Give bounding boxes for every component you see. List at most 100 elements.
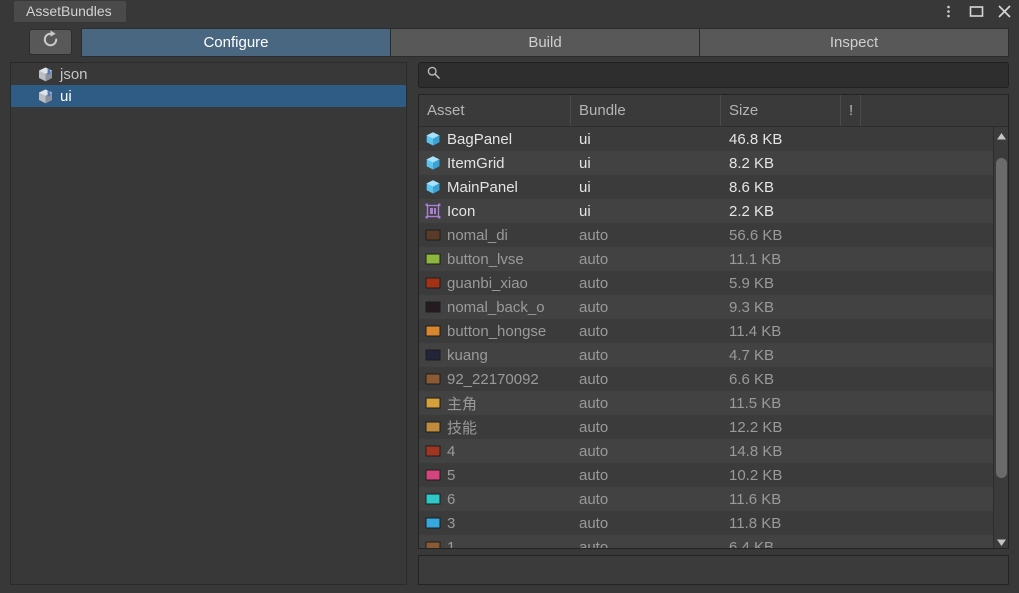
tree-item-json[interactable]: json [11,63,406,85]
asset-name: BagPanel [447,130,513,148]
cell-asset: Icon [419,199,571,223]
cell-size: 5.9 KB [729,274,775,292]
close-icon[interactable] [996,3,1013,20]
scroll-down-arrow-icon[interactable] [996,535,1007,546]
table-row[interactable]: nomal_back_o auto 9.3 KB [419,295,993,319]
cell-asset: kuang [419,343,571,367]
cell-asset: nomal_back_o [419,295,571,319]
texture-icon [425,515,441,531]
texture-icon [425,275,441,291]
search-bar[interactable] [418,62,1009,88]
asset-name: nomal_di [447,226,508,244]
asset-name: 6 [447,490,456,508]
table-row[interactable]: 主角 auto 11.5 KB [419,391,993,415]
table-row[interactable]: 6 auto 11.6 KB [419,487,993,511]
asset-name: button_lvse [447,250,524,268]
table-row[interactable]: Icon ui 2.2 KB [419,199,993,223]
cell-size: 9.3 KB [729,298,775,316]
table-row[interactable]: 5 auto 10.2 KB [419,463,993,487]
cell-size: 4.7 KB [729,346,775,364]
vertical-scrollbar[interactable] [993,127,1008,548]
scrollbar-track[interactable] [995,142,1007,533]
tab-inspect[interactable]: Inspect [699,27,1009,57]
prefab-cube-icon [425,179,441,195]
asset-name: MainPanel [447,178,518,196]
cell-bundle: auto [579,442,609,460]
texture-icon [425,251,441,267]
tab-configure[interactable]: Configure [81,27,390,57]
prefab-cube-icon [425,131,441,147]
table-row[interactable]: button_lvse auto 11.1 KB [419,247,993,271]
mode-tabs: Configure Build Inspect [81,27,1009,57]
texture-icon [425,443,441,459]
texture-icon [425,395,441,411]
table-row[interactable]: button_hongse auto 11.4 KB [419,319,993,343]
maximize-icon[interactable] [968,3,985,20]
table-row[interactable]: ItemGrid ui 8.2 KB [419,151,993,175]
cell-bundle: auto [579,466,609,484]
tree-item-ui[interactable]: ui [11,85,406,107]
table-row[interactable]: MainPanel ui 8.6 KB [419,175,993,199]
table-row[interactable]: 4 auto 14.8 KB [419,439,993,463]
column-header-asset[interactable]: Asset [419,95,571,126]
cell-size: 11.6 KB [729,490,782,508]
bundle-package-icon [37,88,54,105]
cell-size: 6.4 KB [729,538,775,549]
cell-size: 11.4 KB [729,322,782,340]
main-body: json ui Asset Bundle Size ! BagPanel ui … [0,62,1019,593]
cell-asset: 92_22170092 [419,367,571,391]
column-header-size[interactable]: Size [721,95,841,126]
prefab-cube-icon [425,155,441,171]
asset-name: guanbi_xiao [447,274,528,292]
refresh-button[interactable] [29,29,72,55]
cell-size: 11.1 KB [729,250,782,268]
table-row[interactable]: BagPanel ui 46.8 KB [419,127,993,151]
cell-bundle: auto [579,322,609,340]
asset-name: ItemGrid [447,154,505,172]
cell-bundle: ui [579,154,591,172]
asset-pane: Asset Bundle Size ! BagPanel ui 46.8 KB [418,62,1009,585]
search-input[interactable] [446,67,1000,83]
table-row[interactable]: nomal_di auto 56.6 KB [419,223,993,247]
table-row[interactable]: kuang auto 4.7 KB [419,343,993,367]
table-body: BagPanel ui 46.8 KB ItemGrid ui 8.2 KB M… [419,127,1008,548]
table-row[interactable]: guanbi_xiao auto 5.9 KB [419,271,993,295]
cell-bundle: auto [579,538,609,549]
texture-icon [425,323,441,339]
column-header-message[interactable]: ! [841,95,861,126]
cell-bundle: auto [579,370,609,388]
asset-name: button_hongse [447,322,547,340]
asset-name: 4 [447,442,456,460]
asset-name: 92_22170092 [447,370,539,388]
window-tab-assetbundles[interactable]: AssetBundles [14,1,126,22]
scroll-up-arrow-icon[interactable] [996,129,1007,140]
cell-bundle: auto [579,490,609,508]
tab-build[interactable]: Build [390,27,699,57]
refresh-icon [41,30,60,54]
cell-asset: BagPanel [419,127,571,151]
cell-size: 11.5 KB [729,394,782,412]
column-header-spacer [861,95,1008,126]
asset-table: Asset Bundle Size ! BagPanel ui 46.8 KB [418,94,1009,549]
scrollbar-thumb[interactable] [995,157,1007,479]
column-header-bundle[interactable]: Bundle [571,95,721,126]
texture-icon [425,419,441,435]
table-row[interactable]: 3 auto 11.8 KB [419,511,993,535]
cell-asset: MainPanel [419,175,571,199]
cell-asset: 主角 [419,391,571,415]
texture-icon [425,347,441,363]
table-row[interactable]: 技能 auto 12.2 KB [419,415,993,439]
table-row[interactable]: 92_22170092 auto 6.6 KB [419,367,993,391]
cell-size: 14.8 KB [729,442,783,460]
cell-bundle: auto [579,226,609,244]
cell-size: 12.2 KB [729,418,783,436]
texture-icon [425,371,441,387]
asset-name: kuang [447,346,488,364]
texture-icon [425,539,441,548]
kebab-menu-icon[interactable] [940,3,957,20]
bundle-package-icon [37,66,54,83]
cell-asset: nomal_di [419,223,571,247]
table-row[interactable]: 1 auto 6.4 KB [419,535,993,548]
cell-size: 2.2 KB [729,202,775,220]
pane-splitter[interactable] [407,62,418,585]
